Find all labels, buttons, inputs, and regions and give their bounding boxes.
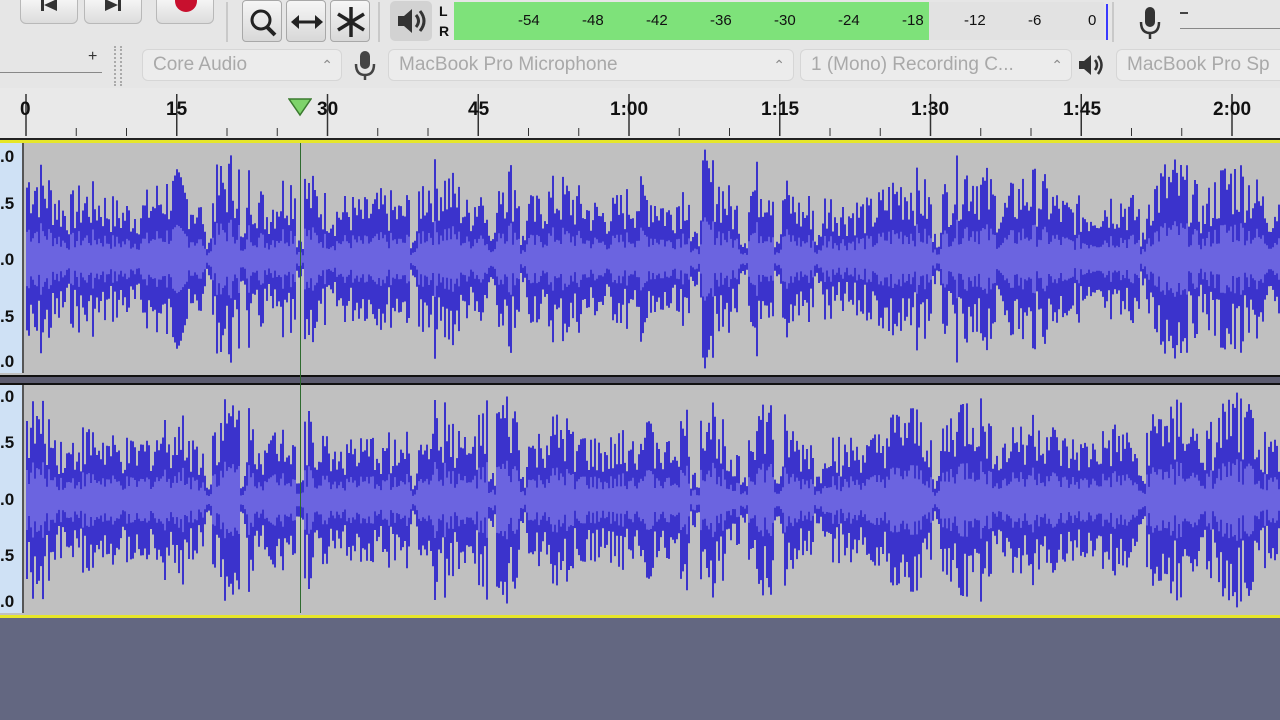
recording-channels-select[interactable]: 1 (Mono) Recording C... ⌃	[800, 49, 1072, 81]
recording-volume-slider[interactable]	[1176, 4, 1280, 38]
microphone-icon	[1139, 7, 1161, 39]
speaker-icon	[1079, 55, 1103, 75]
scale-label: .0	[0, 250, 15, 269]
skip-end-icon	[105, 0, 121, 11]
playback-device-select[interactable]: MacBook Pro Sp	[1116, 49, 1280, 81]
recording-device-mic	[350, 49, 380, 81]
meter-tick-label: -54	[518, 12, 540, 29]
record-button[interactable]	[156, 0, 214, 24]
ruler-label-45: 45	[468, 99, 490, 120]
ruler-label-145: 1:45	[1063, 99, 1102, 120]
record-icon	[175, 0, 197, 12]
waveform-right	[26, 392, 1280, 608]
skip-to-start-button[interactable]	[20, 0, 78, 24]
scale-label: .0	[0, 387, 15, 406]
meter-peak-marker	[1106, 4, 1108, 40]
microphone-icon	[354, 51, 376, 80]
scale-label: .5	[0, 307, 15, 326]
playhead-marker[interactable]	[287, 97, 313, 117]
ruler-label-200: 2:00	[1213, 99, 1252, 120]
meter-tick-label: -30	[774, 12, 796, 29]
playback-device-value: MacBook Pro Sp	[1127, 54, 1270, 75]
multi-tool[interactable]	[330, 0, 370, 42]
toolbar-separator	[226, 2, 228, 42]
toolbar-separator	[378, 2, 380, 42]
speaker-icon	[398, 9, 426, 33]
audio-host-select[interactable]: Core Audio ⌃	[142, 49, 342, 81]
playback-meter[interactable]: L R -54 -48 -42 -36 -30 -24 -18 -12 -6 0	[436, 0, 1108, 44]
meter-tick-label: -18	[902, 12, 924, 29]
double-arrow-icon	[291, 15, 323, 29]
recording-meter-button[interactable]	[1130, 2, 1170, 42]
slider-track	[1180, 28, 1280, 29]
ruler-label-15: 15	[166, 99, 188, 120]
time-shift-tool[interactable]	[286, 0, 326, 42]
transport-toolbar: L R -54 -48 -42 -36 -30 -24 -18 -12 -6 0	[0, 0, 1280, 44]
ruler-label-130: 1:30	[911, 99, 950, 120]
skip-start-icon	[41, 0, 57, 11]
scale-label: .0	[0, 147, 15, 166]
scale-label: .0	[0, 352, 15, 371]
meter-tick-label: -24	[838, 12, 860, 29]
meter-tick-label: -12	[964, 12, 986, 29]
scale-label: .0	[0, 490, 15, 509]
chevron-updown-icon: ⌃	[321, 57, 333, 73]
scale-label: .0	[0, 592, 15, 611]
toolbar-separator	[1112, 2, 1114, 42]
meter-tick-label: -6	[1028, 12, 1042, 29]
audio-host-value: Core Audio	[153, 54, 248, 75]
meter-tick-label: 0	[1088, 12, 1097, 29]
recording-channels-value: 1 (Mono) Recording C...	[811, 54, 1014, 75]
recording-device-select[interactable]: MacBook Pro Microphone ⌃	[388, 49, 794, 81]
meter-right-label: R	[439, 23, 450, 39]
meter-tick-label: -36	[710, 12, 732, 29]
skip-to-end-button[interactable]	[84, 0, 142, 24]
ruler-label-30: 30	[317, 99, 339, 120]
ruler-label-100: 1:00	[610, 99, 649, 120]
chevron-updown-icon: ⌃	[773, 57, 785, 73]
scale-label: .5	[0, 194, 15, 213]
audio-track-left[interactable]	[0, 140, 1280, 377]
slider-plus-icon: +	[88, 48, 98, 65]
toolbar-grip[interactable]	[114, 46, 122, 86]
asterisk-icon	[337, 7, 365, 37]
meter-left-label: L	[439, 3, 448, 19]
slider-minus-icon	[1180, 12, 1188, 14]
meter-tick-label: -48	[582, 12, 604, 29]
ruler-label-0: 0	[20, 99, 31, 120]
scale-label: .5	[0, 546, 15, 565]
magnifier-icon	[250, 9, 277, 37]
zoom-tool[interactable]	[242, 0, 282, 42]
meter-tick-label: -42	[646, 12, 668, 29]
ruler-label-115: 1:15	[761, 99, 800, 120]
audio-track-right[interactable]	[0, 383, 1280, 618]
waveform-left	[26, 149, 1280, 369]
recording-device-value: MacBook Pro Microphone	[399, 54, 618, 75]
chevron-updown-icon: ⌃	[1051, 57, 1063, 73]
slider-track	[0, 72, 102, 73]
playhead-line	[300, 143, 301, 613]
playback-volume-slider[interactable]: +	[0, 44, 104, 88]
playback-device-speaker	[1076, 49, 1108, 81]
scale-label: .5	[0, 433, 15, 452]
play-triangle-icon	[287, 98, 313, 117]
empty-track-area[interactable]	[0, 622, 1280, 720]
playback-meter-button[interactable]	[390, 1, 432, 41]
